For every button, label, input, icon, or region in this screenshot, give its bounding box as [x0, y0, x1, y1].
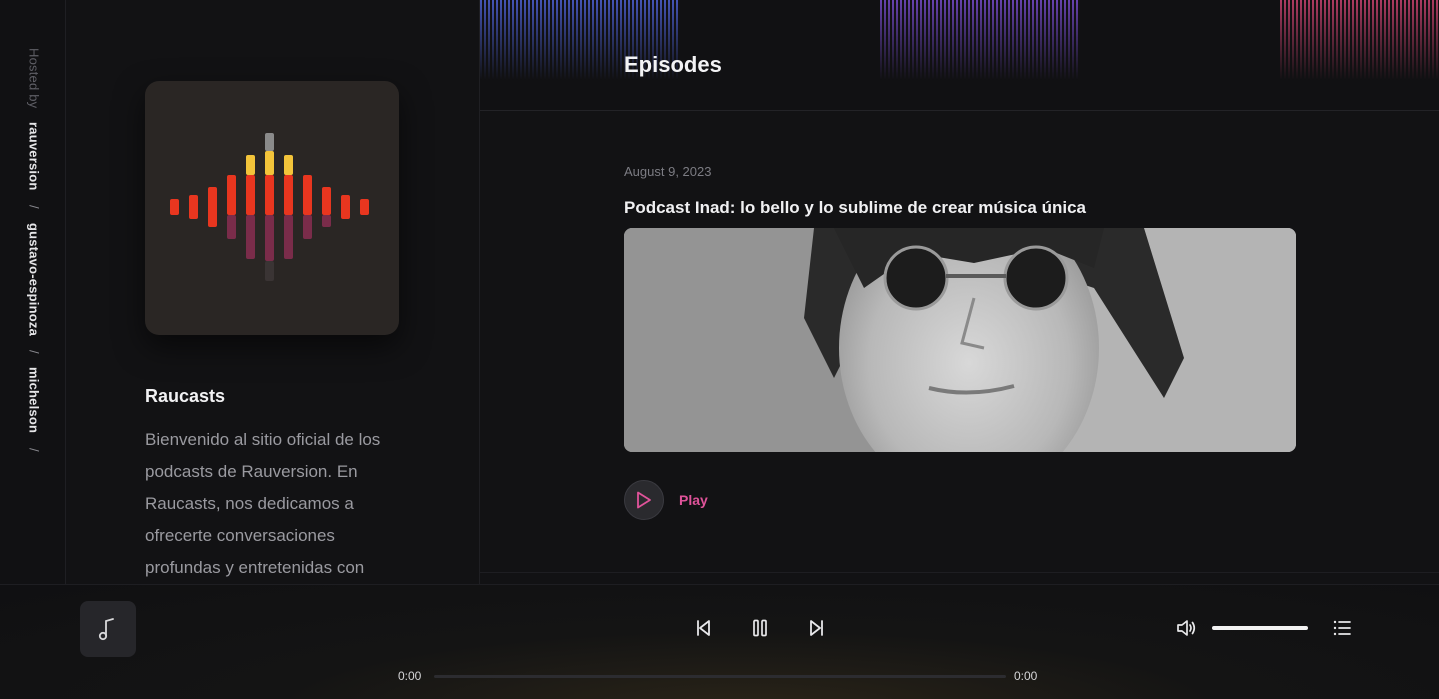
page-title: Episodes [624, 52, 722, 77]
skip-forward-icon [810, 620, 823, 636]
queue-list-icon [1333, 620, 1351, 636]
hosted-by-label: Hosted by [26, 48, 42, 109]
episode-title[interactable]: Podcast Inad: lo bello y lo sublime de c… [624, 198, 1296, 218]
episode-play-label[interactable]: Play [679, 492, 708, 508]
crumb-separator: / [26, 204, 42, 209]
skip-back-icon [697, 620, 710, 636]
host-strip: Hosted by rauversion / gustavo-espinoza … [0, 0, 66, 584]
podcast-info-panel: Raucasts Bienvenido al sitio oficial de … [66, 0, 480, 584]
volume-button[interactable] [1175, 617, 1197, 639]
audio-player-bar: 0:00 0:00 [0, 584, 1439, 699]
episode-date: August 9, 2023 [624, 164, 712, 179]
episode-cover-image[interactable] [624, 228, 1296, 452]
current-time: 0:00 [398, 669, 422, 683]
progress-track[interactable] [434, 675, 1006, 678]
episode-card: August 9, 2023 Podcast Inad: lo bello y … [624, 164, 1296, 520]
now-playing-thumbnail[interactable] [80, 601, 136, 657]
volume-slider[interactable] [1212, 626, 1308, 630]
crumb-gustavo-espinoza[interactable]: gustavo-espinoza [27, 223, 42, 336]
skip-forward-button[interactable] [806, 617, 828, 639]
crumb-michelson[interactable]: michelson [27, 367, 42, 433]
pause-icon [753, 619, 767, 637]
duration-time: 0:00 [1014, 669, 1038, 683]
podcast-description: Bienvenido al sitio oficial de los podca… [145, 430, 381, 577]
episode-actions: Play [624, 480, 1296, 520]
episode-play-button[interactable] [624, 480, 664, 520]
crumb-separator: / [26, 447, 42, 452]
skip-back-button[interactable] [692, 617, 714, 639]
episodes-header: Episodes [480, 0, 1439, 111]
episode-divider [480, 572, 1439, 573]
crumb-rauversion[interactable]: rauversion [27, 122, 42, 190]
podcast-cover [145, 81, 399, 335]
waveform-logo-icon [170, 133, 369, 281]
podcast-title: Raucasts [145, 386, 226, 406]
play-icon [637, 491, 651, 509]
music-note-icon [98, 618, 114, 641]
episodes-main: Episodes August 9, 2023 Podcast Inad: lo… [480, 0, 1439, 584]
crumb-separator: / [26, 349, 42, 354]
pause-button[interactable] [749, 617, 771, 639]
host-breadcrumb: Hosted by rauversion / gustavo-espinoza … [22, 48, 46, 451]
queue-button[interactable] [1331, 617, 1353, 639]
volume-icon [1177, 620, 1196, 636]
portrait-illustration [624, 228, 1296, 452]
